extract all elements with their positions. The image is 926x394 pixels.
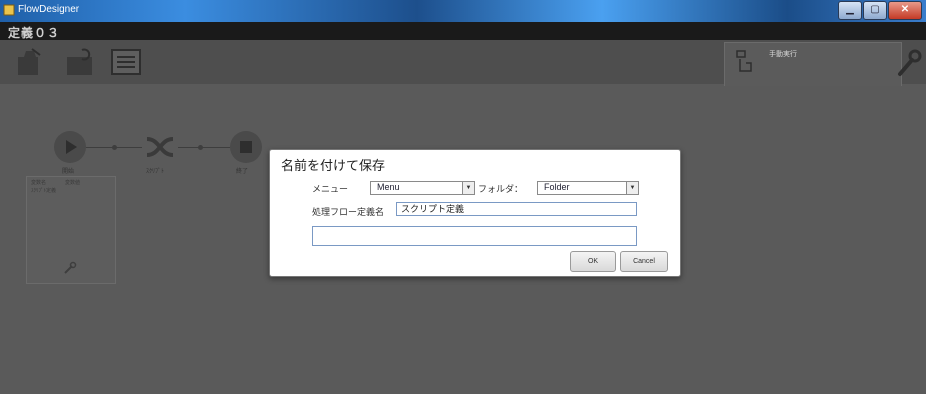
menu-select-value: Menu xyxy=(377,182,400,192)
flow-name-input[interactable]: スクリプト定義 xyxy=(396,202,637,216)
description-input[interactable] xyxy=(312,226,637,246)
folder-select[interactable]: Folder ▼ xyxy=(537,181,639,195)
window-titlebar: FlowDesigner ▁ ▢ ✕ xyxy=(0,0,926,22)
wrench-icon[interactable] xyxy=(63,261,77,275)
wrench-icon[interactable] xyxy=(896,48,922,78)
document-bar: 定義０３ xyxy=(0,22,926,40)
connector-point xyxy=(198,145,203,150)
dialog-title: 名前を付けて保存 xyxy=(281,158,386,173)
stop-icon xyxy=(240,141,252,153)
cancel-button[interactable]: Cancel xyxy=(620,251,668,272)
new-flow-icon[interactable] xyxy=(14,47,46,77)
manual-run-label: 手動実行 xyxy=(769,51,797,58)
document-title: 定義０３ xyxy=(8,26,61,40)
script-node[interactable] xyxy=(144,131,176,163)
close-button[interactable]: ✕ xyxy=(888,1,922,20)
connector-line xyxy=(178,147,230,148)
menu-label: メニュー xyxy=(312,184,349,194)
panel-subtitle: ｽｸﾘﾌﾟﾄ定義 xyxy=(31,188,57,194)
folder-select-value: Folder xyxy=(544,182,570,192)
connector-point xyxy=(112,145,117,150)
manual-run-panel[interactable]: 手動実行 xyxy=(724,42,902,88)
flow-name-label: 処理フロー定義名 xyxy=(312,207,385,217)
start-node[interactable] xyxy=(54,131,86,163)
folder-label: フォルダ： xyxy=(478,184,524,194)
ok-button[interactable]: OK xyxy=(570,251,616,272)
shuffle-icon xyxy=(146,137,174,157)
end-node[interactable] xyxy=(230,131,262,163)
panel-header: 変数値 xyxy=(65,180,81,186)
chevron-down-icon[interactable]: ▼ xyxy=(462,182,474,194)
menu-select[interactable]: Menu ▼ xyxy=(370,181,475,195)
minimize-button[interactable]: ▁ xyxy=(838,1,862,20)
chevron-down-icon[interactable]: ▼ xyxy=(626,182,638,194)
maximize-button[interactable]: ▢ xyxy=(863,1,887,20)
node-label: 開始 xyxy=(62,169,75,175)
save-as-dialog: 名前を付けて保存 メニュー Menu ▼ フォルダ： Folder ▼ 処理フロ… xyxy=(269,149,681,277)
play-icon xyxy=(66,140,77,154)
window-title: FlowDesigner xyxy=(18,4,80,15)
variables-panel: 変数名 変数値 ｽｸﾘﾌﾟﾄ定義 xyxy=(26,176,116,284)
app-icon xyxy=(3,4,15,16)
open-folder-icon[interactable] xyxy=(64,47,96,77)
window-controls: ▁ ▢ ✕ xyxy=(838,1,922,20)
list-view-icon[interactable] xyxy=(110,47,142,77)
node-label: 終了 xyxy=(236,169,249,175)
hand-pointer-icon xyxy=(736,50,752,72)
node-label: ｽｸﾘﾌﾟﾄ xyxy=(146,169,165,175)
panel-header: 変数名 xyxy=(31,180,47,186)
